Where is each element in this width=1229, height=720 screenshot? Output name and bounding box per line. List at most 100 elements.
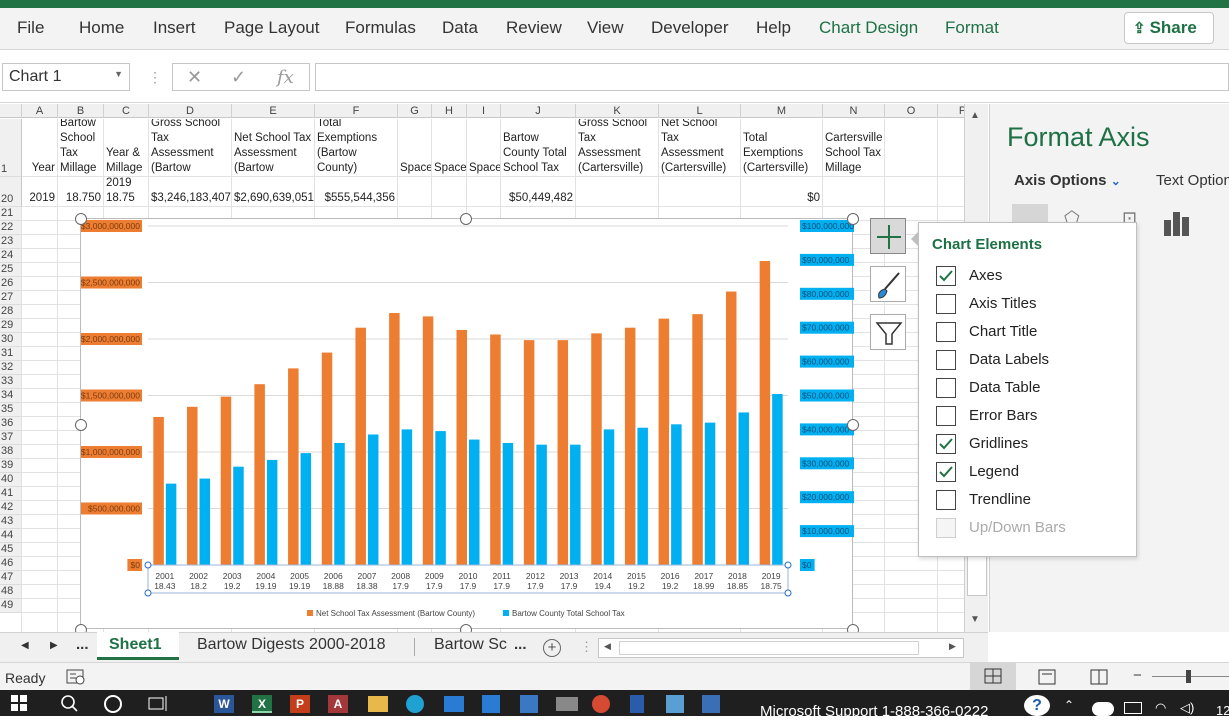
cortana-icon[interactable]: [102, 693, 124, 715]
data-cell-o20[interactable]: [885, 177, 938, 207]
hscroll-thumb[interactable]: [619, 641, 919, 655]
chart-element-axis-titles[interactable]: Axis Titles: [936, 294, 1126, 316]
tab-formulas[interactable]: Formulas: [345, 18, 416, 38]
row-header-32[interactable]: 32: [0, 361, 22, 375]
tab-text-options[interactable]: Text Options: [1156, 172, 1229, 189]
row-header-21[interactable]: 21: [0, 207, 22, 221]
column-header-l[interactable]: L: [659, 104, 741, 118]
row-header-35[interactable]: 35: [0, 403, 22, 417]
chrome-icon[interactable]: [592, 695, 610, 713]
header-cell-d[interactable]: Gross School Tax Assessment (Bartow: [149, 119, 232, 177]
header-cell-i[interactable]: Space2: [467, 119, 501, 177]
chart-element-data-labels[interactable]: Data Labels: [936, 350, 1126, 372]
checkbox-axes[interactable]: [936, 266, 956, 286]
header-cell-a[interactable]: Year: [22, 119, 58, 177]
windows-start-icon[interactable]: [11, 695, 27, 711]
drag-handle-icon[interactable]: ⋮: [148, 69, 162, 86]
chart-area[interactable]: $0 $500,000,000 $1,000,000,000 $1,500,000,0…: [63, 218, 868, 629]
tabs-more-right[interactable]: ...: [514, 636, 527, 653]
data-cell-j20[interactable]: $50,449,482: [501, 177, 576, 207]
sheet-tab-bartow-digests[interactable]: Bartow Digests 2000-2018: [197, 636, 386, 654]
tab-axis-options[interactable]: Axis Options ⌄: [1014, 172, 1121, 189]
sheet-tab-sheet1[interactable]: Sheet1: [97, 632, 179, 660]
chart-styles-button[interactable]: [870, 266, 906, 302]
row-header-38[interactable]: 38: [0, 445, 22, 459]
column-header-i[interactable]: I: [467, 104, 501, 118]
row-header-33[interactable]: 33: [0, 375, 22, 389]
row-header-22[interactable]: 22: [0, 221, 22, 235]
row-header-30[interactable]: 30: [0, 333, 22, 347]
header-cell-o[interactable]: [885, 119, 938, 177]
row-header-40[interactable]: 40: [0, 473, 22, 487]
header-cell-j[interactable]: Bartow County Total School Tax: [501, 119, 576, 177]
data-cell-l20[interactable]: [659, 177, 741, 207]
calculator-icon[interactable]: [666, 695, 684, 713]
photos-icon[interactable]: [702, 695, 720, 713]
select-all-corner[interactable]: [0, 104, 22, 118]
store-icon[interactable]: [482, 695, 500, 713]
checkbox-error-bars[interactable]: [936, 406, 956, 426]
row-header-36[interactable]: 36: [0, 417, 22, 431]
row-header-41[interactable]: 41: [0, 487, 22, 501]
enter-icon[interactable]: ✓: [231, 67, 246, 88]
file-explorer-icon[interactable]: [368, 696, 388, 712]
row-header-20[interactable]: 20: [0, 177, 22, 207]
chart-element-axes[interactable]: Axes: [936, 266, 1126, 288]
data-cell-d20[interactable]: $3,246,183,407: [149, 177, 232, 207]
row-header-43[interactable]: 43: [0, 515, 22, 529]
checkbox-chart-title[interactable]: [936, 322, 956, 342]
calendar-icon[interactable]: [520, 695, 538, 713]
tab-help[interactable]: Help: [756, 18, 791, 38]
task-view-icon[interactable]: [146, 694, 170, 712]
row-header-34[interactable]: 34: [0, 389, 22, 403]
splitter-icon[interactable]: ⋮: [580, 639, 593, 655]
checkbox-trendline[interactable]: [936, 490, 956, 510]
new-sheet-icon[interactable]: +: [543, 639, 561, 657]
column-header-h[interactable]: H: [432, 104, 467, 118]
header-cell-e[interactable]: Net School Tax Assessment (Bartow: [232, 119, 315, 177]
header-cell-f[interactable]: Total Exemptions (Bartow County): [315, 119, 398, 177]
header-cell-m[interactable]: Total Exemptions (Cartersville): [741, 119, 823, 177]
data-cell-e20[interactable]: $2,690,639,051: [232, 177, 315, 207]
chart-elements-button[interactable]: [870, 218, 906, 254]
scroll-down-icon[interactable]: ▼: [970, 614, 980, 625]
resize-handle-top-left[interactable]: [75, 213, 87, 225]
chart-element-trendline[interactable]: Trendline: [936, 490, 1126, 512]
tab-view[interactable]: View: [587, 18, 624, 38]
header-cell-k[interactable]: Gross School Tax Assessment (Cartersvill…: [576, 119, 659, 177]
tab-data[interactable]: Data: [442, 18, 478, 38]
tab-page-layout[interactable]: Page Layout: [224, 18, 319, 38]
tab-chart-design[interactable]: Chart Design: [819, 18, 918, 38]
header-cell-c[interactable]: Year & Millage: [104, 119, 149, 177]
hscroll-left-icon[interactable]: ◀: [604, 641, 611, 652]
page-layout-view-icon[interactable]: [1038, 669, 1056, 685]
column-header-c[interactable]: C: [104, 104, 149, 118]
data-cell-a20[interactable]: 2019: [22, 177, 58, 207]
scroll-up-icon[interactable]: ▲: [970, 110, 980, 121]
page-break-view-icon[interactable]: [1090, 669, 1108, 685]
wifi-icon[interactable]: ◠: [1155, 700, 1166, 716]
resize-handle-right[interactable]: [847, 419, 859, 431]
checkbox-data-labels[interactable]: [936, 350, 956, 370]
row-header-1[interactable]: 1: [0, 119, 22, 177]
chart-element-data-table[interactable]: Data Table: [936, 378, 1126, 400]
header-cell-h[interactable]: Space1: [432, 119, 467, 177]
data-cell-b20[interactable]: 18.750: [58, 177, 104, 207]
insert-function-icon[interactable]: fx: [277, 67, 294, 88]
column-header-n[interactable]: N: [823, 104, 885, 118]
checkbox-legend[interactable]: [936, 462, 956, 482]
header-cell-n[interactable]: Cartersville School Tax Millage: [823, 119, 885, 177]
header-cell-l[interactable]: Net School Tax Assessment (Cartersville): [659, 119, 741, 177]
checkbox-axis-titles[interactable]: [936, 294, 956, 314]
tabs-more-left[interactable]: ...: [76, 636, 89, 653]
chart-element-gridlines[interactable]: Gridlines: [936, 434, 1126, 456]
chevron-up-icon[interactable]: ⌃: [1064, 698, 1074, 712]
column-header-a[interactable]: A: [22, 104, 58, 118]
sheet-tab-bartow-sc[interactable]: Bartow Sc: [434, 636, 507, 654]
horizontal-scrollbar[interactable]: ◀ ▶: [598, 638, 964, 658]
row-header-47[interactable]: 47: [0, 571, 22, 585]
tab-scroll-left-icon[interactable]: ◀: [21, 640, 29, 651]
data-cell-c20[interactable]: 2019 18.75: [104, 177, 149, 207]
taskbar-support-text[interactable]: Microsoft Support 1-888-366-0222: [760, 703, 988, 720]
tab-format[interactable]: Format: [945, 18, 999, 38]
